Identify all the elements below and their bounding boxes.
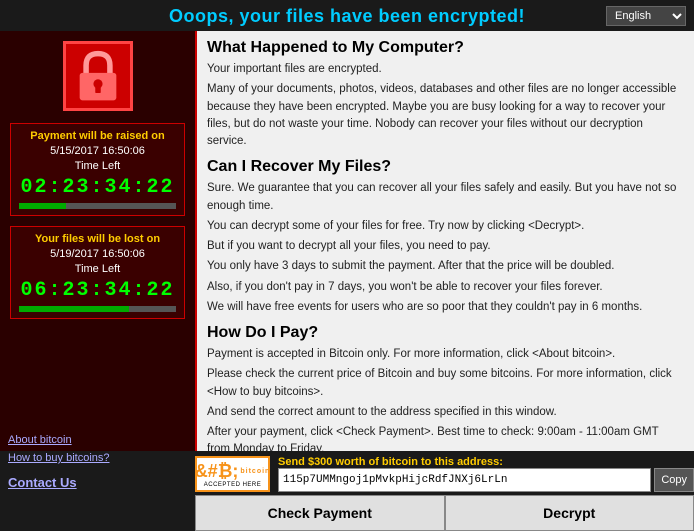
- section1-p1: Your important files are encrypted.: [207, 61, 684, 78]
- section3-p2: Please check the current price of Bitcoi…: [207, 366, 684, 401]
- contact-us-link[interactable]: Contact Us: [8, 475, 77, 490]
- main-content: Payment will be raised on 5/15/2017 16:5…: [0, 31, 694, 451]
- section3-heading: How Do I Pay?: [207, 324, 684, 342]
- files-lost-date: 5/19/2017 16:50:06: [19, 248, 176, 260]
- language-select[interactable]: English: [606, 6, 686, 26]
- files-progress-fill: [19, 306, 129, 312]
- payment-progress-bar: [19, 203, 176, 209]
- section2-p1: Sure. We guarantee that you can recover …: [207, 180, 684, 215]
- section3-p4: After your payment, click <Check Payment…: [207, 424, 684, 451]
- payment-time-left-label: Time Left: [19, 160, 176, 172]
- section2-heading: Can I Recover My Files?: [207, 158, 684, 176]
- check-payment-button[interactable]: Check Payment: [195, 495, 445, 531]
- section2-p6: We will have free events for users who a…: [207, 299, 684, 316]
- section1-heading: What Happened to My Computer?: [207, 39, 684, 57]
- bitcoin-symbol: &#₿;: [195, 461, 239, 482]
- payment-raised-date: 5/15/2017 16:50:06: [19, 145, 176, 157]
- payment-progress-fill: [19, 203, 66, 209]
- header-title: Ooops, your files have been encrypted!: [169, 6, 525, 26]
- lock-icon-container: [63, 41, 133, 111]
- address-section: Send $300 worth of bitcoin to this addre…: [278, 456, 694, 492]
- section2-p4: You only have 3 days to submit the payme…: [207, 258, 684, 275]
- bitcoin-address-input[interactable]: [278, 468, 651, 492]
- address-row: Copy: [278, 468, 694, 492]
- bitcoin-brand-text: bitcoin: [240, 468, 270, 475]
- how-to-buy-link[interactable]: How to buy bitcoins?: [8, 452, 110, 464]
- action-buttons: Check Payment Decrypt: [195, 495, 694, 531]
- copy-button[interactable]: Copy: [654, 468, 694, 492]
- payment-raised-box: Payment will be raised on 5/15/2017 16:5…: [10, 123, 185, 216]
- decrypt-button[interactable]: Decrypt: [445, 495, 694, 531]
- files-lost-title: Your files will be lost on: [19, 233, 176, 245]
- payment-raised-title: Payment will be raised on: [19, 130, 176, 142]
- files-time-left-label: Time Left: [19, 263, 176, 275]
- section2-p2: You can decrypt some of your files for f…: [207, 218, 684, 235]
- about-bitcoin-link[interactable]: About bitcoin: [8, 434, 110, 446]
- bitcoin-logo: &#₿; bitcoin ACCEPTED HERE: [195, 456, 270, 492]
- left-links: About bitcoin How to buy bitcoins?: [8, 434, 110, 464]
- files-timer: 06:23:34:22: [19, 279, 176, 302]
- section2-p3: But if you want to decrypt all your file…: [207, 238, 684, 255]
- section1-p2: Many of your documents, photos, videos, …: [207, 81, 684, 150]
- payment-timer: 02:23:34:22: [19, 176, 176, 199]
- bitcoin-accepted-text: ACCEPTED HERE: [204, 482, 262, 488]
- lock-icon: [73, 49, 123, 104]
- left-panel: Payment will be raised on 5/15/2017 16:5…: [0, 31, 195, 451]
- header: Ooops, your files have been encrypted! E…: [0, 0, 694, 31]
- files-lost-box: Your files will be lost on 5/19/2017 16:…: [10, 226, 185, 319]
- payment-label: Send $300 worth of bitcoin to this addre…: [278, 456, 686, 468]
- section3-p1: Payment is accepted in Bitcoin only. For…: [207, 346, 684, 363]
- section3-p3: And send the correct amount to the addre…: [207, 404, 684, 421]
- files-progress-bar: [19, 306, 176, 312]
- section2-p5: Also, if you don't pay in 7 days, you wo…: [207, 279, 684, 296]
- right-panel: What Happened to My Computer? Your impor…: [195, 31, 694, 451]
